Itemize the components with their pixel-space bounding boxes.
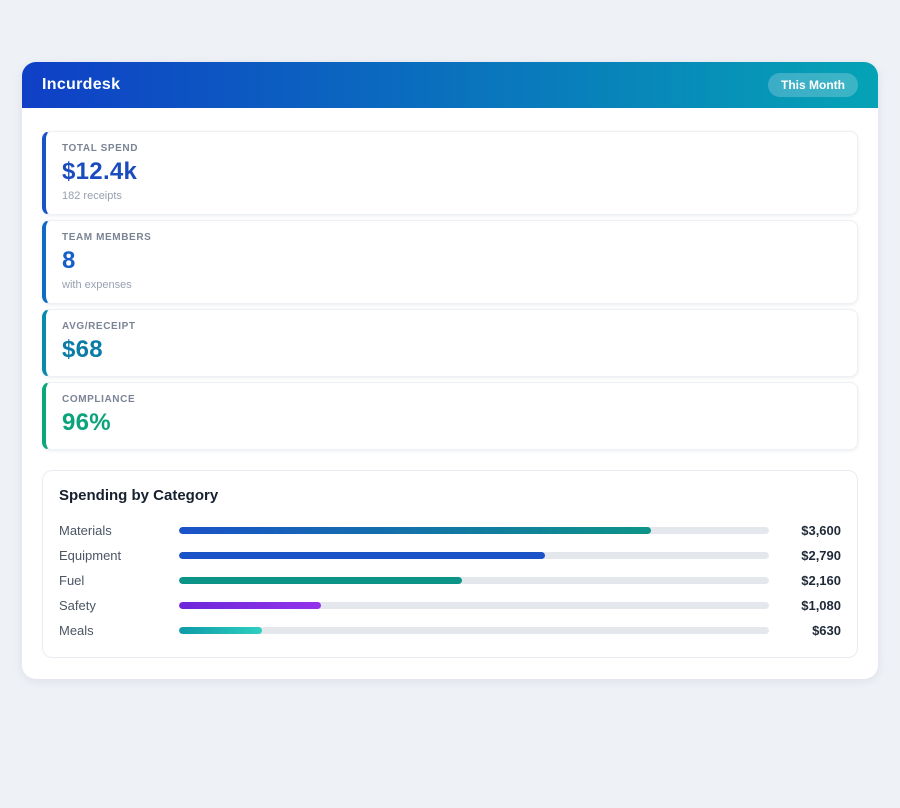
category-bar-fill [179, 602, 321, 609]
category-amount: $630 [812, 623, 841, 638]
stat-card: COMPLIANCE 96% [42, 382, 858, 450]
stats-list: TOTAL SPEND $12.4k 182 receipts TEAM MEM… [42, 131, 858, 450]
category-amount: $2,790 [801, 548, 841, 563]
category-bar-fill [179, 527, 651, 534]
stat-label: TOTAL SPEND [62, 143, 139, 154]
app-title: Incurdesk [42, 76, 121, 93]
category-label: Materials [59, 523, 112, 538]
stat-value: $12.4k [62, 158, 138, 185]
stat-label: TEAM MEMBERS [62, 232, 152, 243]
category-row: Materials $3,600 [59, 518, 841, 543]
category-label: Fuel [59, 573, 85, 588]
category-list: Materials $3,600 Equipment $2,790 Fuel $… [59, 518, 841, 643]
spending-by-category-card: Spending by Category Materials $3,600 Eq… [42, 470, 858, 658]
stat-card: AVG/RECEIPT $68 [42, 309, 858, 377]
stat-sub: with expenses [62, 279, 132, 291]
category-label: Safety [59, 598, 96, 613]
period-badge[interactable]: This Month [768, 73, 858, 97]
category-amount: $3,600 [801, 523, 841, 538]
stat-sub: 182 receipts [62, 190, 122, 202]
category-bar-fill [179, 552, 545, 559]
category-bar-track [179, 627, 769, 634]
stat-value: $68 [62, 336, 103, 363]
stat-card: TOTAL SPEND $12.4k 182 receipts [42, 131, 858, 215]
category-label: Meals [59, 623, 94, 638]
category-amount: $2,160 [801, 573, 841, 588]
category-row: Meals $630 [59, 618, 841, 643]
dashboard-content: TOTAL SPEND $12.4k 182 receipts TEAM MEM… [22, 108, 878, 679]
category-amount: $1,080 [801, 598, 841, 613]
stat-value: 96% [62, 409, 111, 436]
stat-label: AVG/RECEIPT [62, 321, 136, 332]
category-row: Fuel $2,160 [59, 568, 841, 593]
spending-title: Spending by Category [59, 487, 219, 504]
stat-label: COMPLIANCE [62, 394, 136, 405]
category-row: Equipment $2,790 [59, 543, 841, 568]
category-bar-fill [179, 627, 262, 634]
category-bar-track [179, 577, 769, 584]
app-header: Incurdesk This Month [22, 62, 878, 108]
category-label: Equipment [59, 548, 122, 563]
category-bar-track [179, 527, 769, 534]
expense-dashboard: Incurdesk This Month TOTAL SPEND $12.4k … [22, 62, 878, 679]
category-row: Safety $1,080 [59, 593, 841, 618]
stat-card: TEAM MEMBERS 8 with expenses [42, 220, 858, 304]
category-bar-fill [179, 577, 463, 584]
category-bar-track [179, 602, 769, 609]
category-bar-track [179, 552, 769, 559]
stat-value: 8 [62, 247, 76, 274]
